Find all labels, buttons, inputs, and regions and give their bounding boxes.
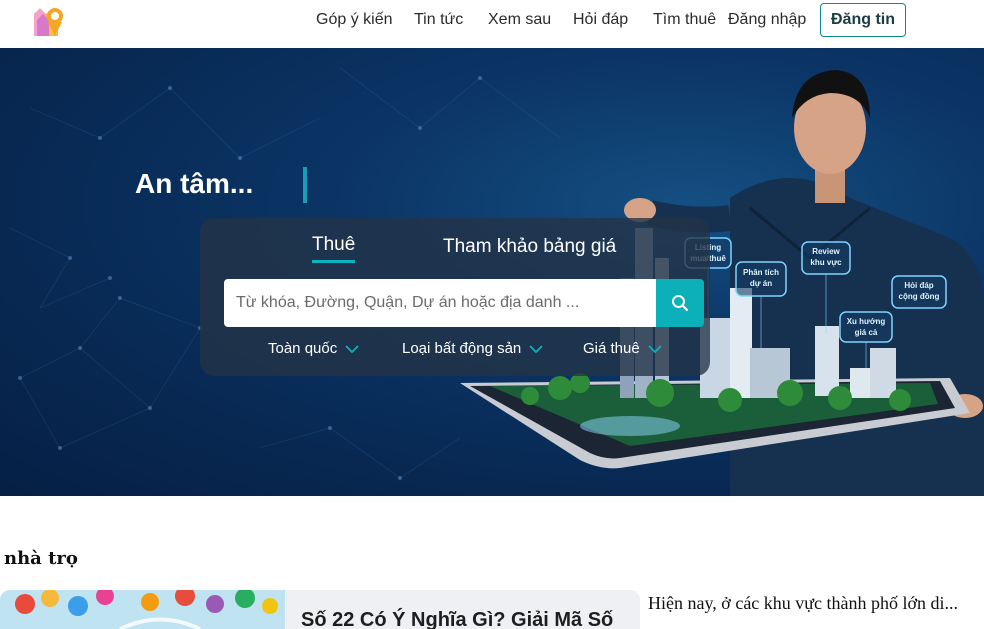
filter-price[interactable]: Giá thuê	[583, 340, 662, 357]
bubble-analysis-label-2: dự án	[750, 279, 772, 288]
bubble-review-label-2: khu vực	[810, 258, 842, 267]
tab-active-indicator	[312, 260, 355, 263]
filter-location[interactable]: Toàn quốc	[268, 340, 359, 357]
post-listing-button[interactable]: Đăng tin	[820, 3, 906, 37]
nav-qa[interactable]: Hỏi đáp	[573, 11, 628, 29]
bubble-community-label-2: cộng đồng	[899, 292, 940, 301]
filter-property-type-label: Loại bất động sản	[402, 340, 522, 357]
article-excerpt[interactable]: Hiện nay, ở các khu vực thành phố lớn di…	[648, 593, 984, 614]
filter-property-type[interactable]: Loại bất động sản	[402, 340, 543, 357]
site-header: Góp ý kiến Tin tức Xem sau Hỏi đáp Tìm t…	[0, 0, 984, 48]
typing-cursor	[303, 167, 307, 203]
bubble-trend-label: Xu hướng	[847, 317, 886, 326]
nav-find-rent[interactable]: Tìm thuê	[653, 11, 716, 29]
article-thumbnail	[0, 590, 285, 629]
article-title[interactable]: Số 22 Có Ý Nghĩa Gì? Giải Mã Số	[301, 609, 613, 629]
bubble-community-label: Hỏi đáp	[904, 281, 933, 290]
bubble-trend-label-2: giá cả	[855, 328, 878, 337]
logo-icon[interactable]	[28, 2, 66, 40]
filter-price-label: Giá thuê	[583, 340, 640, 357]
search-button[interactable]	[656, 279, 704, 327]
nav-saved[interactable]: Xem sau	[488, 11, 551, 29]
nav-login[interactable]: Đăng nhập	[728, 11, 806, 29]
nav-news[interactable]: Tin tức	[414, 11, 463, 29]
section-title: nhà trọ	[4, 548, 78, 569]
tab-rent[interactable]: Thuê	[312, 234, 355, 256]
tab-price-reference[interactable]: Tham khảo bảng giá	[443, 236, 616, 258]
chevron-down-icon	[529, 344, 543, 353]
chevron-down-icon	[345, 344, 359, 353]
bubble-analysis-label: Phân tích	[743, 268, 779, 277]
chevron-down-icon	[648, 344, 662, 353]
filter-location-label: Toàn quốc	[268, 340, 338, 357]
bubble-review-label: Review	[812, 247, 840, 256]
nav-feedback[interactable]: Góp ý kiến	[316, 11, 392, 29]
hero-headline: An tâm...	[135, 168, 254, 199]
search-icon	[672, 295, 688, 311]
search-input[interactable]	[224, 279, 656, 327]
